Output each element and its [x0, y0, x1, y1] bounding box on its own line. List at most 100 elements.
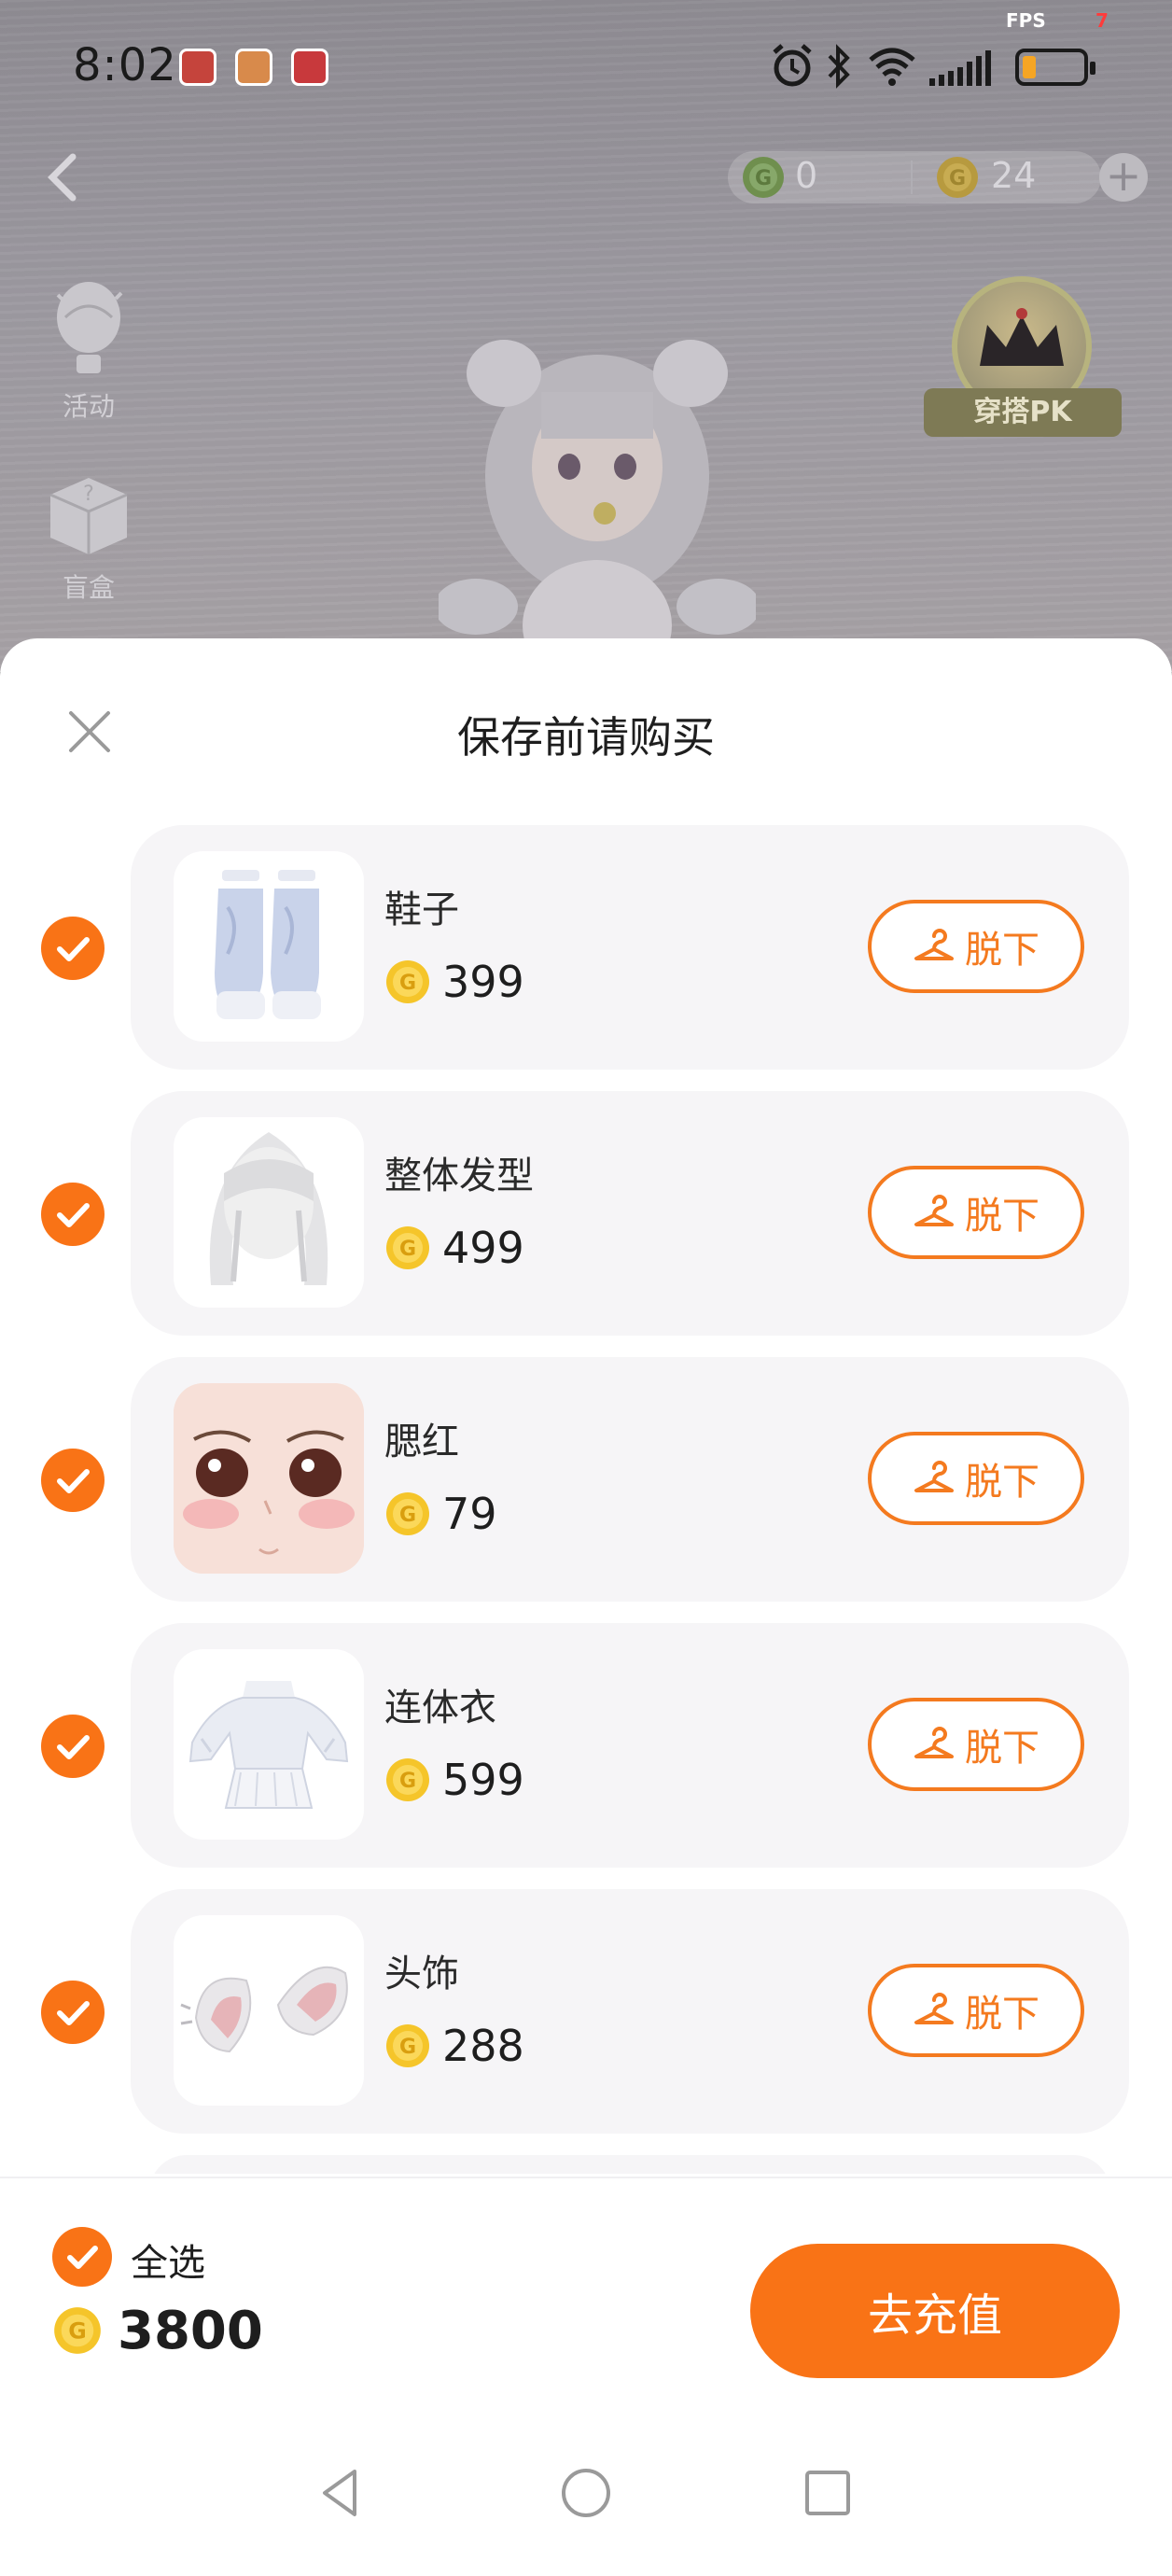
list-item: 整体发型 G 499 脱下 — [0, 1091, 1172, 1336]
green-coin-icon: G — [743, 157, 784, 198]
item-thumbnail-blush — [174, 1383, 364, 1574]
svg-text:G: G — [399, 1238, 416, 1261]
item-checkbox[interactable] — [41, 917, 105, 980]
sheet-title: 保存前请购买 — [457, 712, 715, 763]
svg-text:G: G — [399, 2036, 416, 2059]
item-price-value: 79 — [442, 1489, 497, 1539]
side-item-label: 盲盒 — [62, 572, 115, 603]
item-price-value: 288 — [442, 2021, 524, 2071]
outfit-pk-label: 穿搭PK — [924, 388, 1122, 437]
nav-recents-icon[interactable] — [795, 2460, 860, 2526]
balloon-icon — [56, 282, 123, 373]
item-card: 腮红 G 79 脱下 — [131, 1357, 1129, 1602]
mystery-box-icon: ? — [49, 478, 128, 554]
gold-coin-icon: G — [54, 2307, 101, 2354]
purchase-footer: 全选 G 3800 去充值 — [0, 2177, 1172, 2419]
remove-label: 脱下 — [965, 1461, 1039, 1504]
status-time: 8:02 — [73, 39, 177, 91]
recharge-button[interactable]: 去充值 — [750, 2244, 1120, 2378]
svg-text:G: G — [949, 167, 966, 190]
fps-value: 7 — [1095, 9, 1109, 32]
status-bar: 8:02 FPS 7 — [0, 0, 1172, 140]
select-all-label[interactable]: 全选 — [131, 2233, 205, 2287]
hanger-icon — [914, 1195, 954, 1226]
item-thumbnail-outfit — [174, 1649, 364, 1840]
svg-text:G: G — [755, 167, 772, 190]
item-thumbnail-shoes — [174, 851, 364, 1042]
hanger-icon — [914, 1993, 954, 2024]
list-item: 连体衣 G 599 脱下 — [0, 1623, 1172, 1868]
gold-coin-icon: G — [386, 2024, 429, 2067]
item-list[interactable]: 鞋子 G 399 脱下 整体发型 G 499 脱下 腮红 G 79 脱下 连体衣… — [0, 825, 1172, 2174]
gold-currency-value: 24 — [991, 155, 1037, 196]
currency-divider — [911, 161, 913, 194]
list-item: 鞋子 G 399 脱下 — [0, 825, 1172, 1070]
avatar-figure — [439, 340, 756, 672]
item-price: G 499 — [384, 1222, 524, 1274]
svg-text:G: G — [68, 2318, 87, 2345]
notification-icon-2 — [235, 49, 272, 86]
item-price: G 399 — [384, 956, 524, 1008]
add-currency-button[interactable]: + — [1099, 153, 1148, 202]
remove-item-button[interactable]: 脱下 — [868, 1166, 1084, 1259]
purchase-sheet: 保存前请购买 鞋子 G 399 脱下 整体发型 G 499 脱下 腮红 G 79… — [0, 638, 1172, 2576]
gold-coin-icon: G — [386, 1226, 429, 1269]
item-price-value: 499 — [442, 1223, 524, 1273]
svg-text:G: G — [399, 1770, 416, 1793]
svg-text:?: ? — [83, 483, 94, 506]
check-icon — [67, 2246, 98, 2269]
remove-label: 脱下 — [965, 1993, 1039, 2036]
item-name: 鞋子 — [384, 889, 459, 931]
item-name: 头饰 — [384, 1953, 459, 1995]
check-icon — [57, 1469, 90, 1493]
nav-home-icon[interactable] — [553, 2460, 619, 2526]
select-all-checkbox[interactable] — [52, 2227, 112, 2287]
remove-item-button[interactable]: 脱下 — [868, 900, 1084, 993]
gold-coin-icon: G — [386, 1492, 429, 1535]
remove-label: 脱下 — [965, 1727, 1039, 1770]
wifi-icon — [869, 48, 915, 86]
green-currency-value: 0 — [795, 155, 818, 196]
gold-coin-icon: G — [937, 157, 978, 198]
item-card: 连体衣 G 599 脱下 — [131, 1623, 1129, 1868]
svg-text:G: G — [399, 1504, 416, 1527]
remove-item-button[interactable]: 脱下 — [868, 1432, 1084, 1525]
item-name: 整体发型 — [384, 1155, 534, 1197]
game-scene-background: 8:02 FPS 7 G 0 G 24 + 活动 ? 盲盒 穿搭PK — [0, 0, 1172, 672]
alarm-icon — [773, 44, 812, 87]
outfit-pk-badge[interactable]: 穿搭PK — [924, 276, 1122, 444]
item-price-value: 599 — [442, 1755, 524, 1805]
item-name: 连体衣 — [384, 1687, 496, 1729]
side-item-blind-box[interactable]: ? 盲盒 — [37, 457, 140, 605]
list-item-partial — [0, 2155, 1172, 2174]
check-icon — [57, 1735, 90, 1759]
item-card: 鞋子 G 399 脱下 — [131, 825, 1129, 1070]
remove-item-button[interactable]: 脱下 — [868, 1964, 1084, 2057]
total-price-value: 3800 — [118, 2300, 263, 2361]
item-price-value: 399 — [442, 957, 524, 1007]
item-card: 头饰 G 288 脱下 — [131, 1889, 1129, 2134]
side-item-label: 活动 — [62, 391, 115, 422]
item-price: G 79 — [384, 1488, 497, 1540]
system-nav-bar — [0, 2419, 1172, 2576]
notification-icon-1 — [179, 49, 216, 86]
side-item-activity[interactable]: 活动 — [37, 276, 140, 424]
check-icon — [57, 2001, 90, 2025]
fps-label: FPS — [1006, 9, 1046, 32]
back-icon[interactable] — [37, 149, 93, 205]
item-checkbox[interactable] — [41, 1183, 105, 1246]
hanger-icon — [914, 929, 954, 960]
battery-icon — [1015, 49, 1095, 86]
list-item: 头饰 G 288 脱下 — [0, 1889, 1172, 2134]
gold-coin-icon: G — [386, 1758, 429, 1801]
check-icon — [57, 1203, 90, 1227]
item-name: 腮红 — [384, 1421, 459, 1463]
check-icon — [57, 937, 90, 961]
remove-item-button[interactable]: 脱下 — [868, 1698, 1084, 1791]
nav-back-icon[interactable] — [308, 2460, 373, 2526]
item-checkbox[interactable] — [41, 1449, 105, 1512]
item-checkbox[interactable] — [41, 1981, 105, 2044]
item-thumbnail-headwear — [174, 1915, 364, 2106]
signal-icon — [929, 50, 991, 86]
item-checkbox[interactable] — [41, 1715, 105, 1778]
